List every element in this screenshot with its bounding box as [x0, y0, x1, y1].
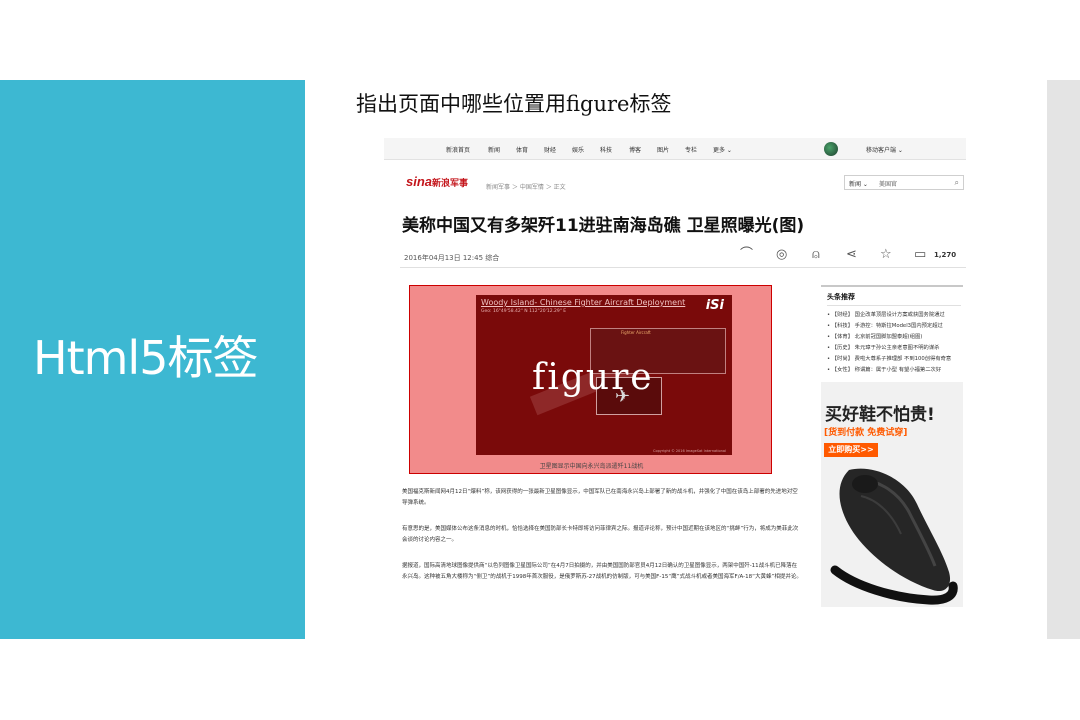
sidebar-link[interactable]: • 【时尚】 费啦大尊系子推理部 不到100创得有奇意: [827, 354, 965, 362]
search-type-select[interactable]: 新闻 ⌄: [849, 179, 868, 188]
right-gray-strip: [1047, 80, 1080, 639]
sidebar-link[interactable]: • 【科技】 手游控：特斯拉Model3国内预定超过: [827, 321, 965, 329]
user-avatar[interactable]: [824, 142, 838, 156]
search-input[interactable]: 美国官: [879, 179, 897, 188]
ad-subline: [货到付款 免费试穿]: [824, 428, 908, 438]
figure-caption: 卫星图显示中国向永兴岛派遣歼11战机: [539, 463, 644, 470]
channel-name: 新浪军事: [432, 179, 469, 189]
article-paragraph: 有意思的是，美国媒体公布这条消息的时机，恰恰选择在美国防部长卡特即将访问菲律宾之…: [402, 526, 799, 543]
nav-item-columns[interactable]: 专栏: [685, 145, 697, 154]
article-paragraph: 据报道，国际高清地球图像提供商“以色列图像卫星国际公司”在4月7日拍摄的，并由美…: [402, 563, 802, 580]
comment-count[interactable]: 1,270: [934, 251, 956, 259]
sidebar-link[interactable]: • 【体育】 北京前冠国脚加盟泰超(组图): [827, 332, 965, 340]
ad-headline: 买好鞋不怕贵!: [825, 405, 935, 425]
sneaker-image: [830, 468, 958, 605]
top-navigation-bar: 新浪首页 新闻 体育 财经 娱乐 科技 博客 图片 专栏 更多 ⌄ 移动客户端 …: [384, 138, 966, 160]
nav-item-photos[interactable]: 图片: [657, 145, 669, 154]
shoe-advertisement[interactable]: 买好鞋不怕贵! [货到付款 免费试穿] 立即购买>>: [821, 382, 963, 607]
slide-question: 指出页面中哪些位置用figure标签: [356, 92, 672, 116]
comment-icon[interactable]: ▭: [914, 247, 926, 263]
figure-coordinates: Geo: 16°49'58.42" N 112°20'12.29" E: [481, 309, 567, 314]
article-headline: 美称中国又有多架歼11进驻南海岛礁 卫星照曝光(图): [402, 216, 805, 236]
mobile-client-link[interactable]: 移动客户端 ⌄: [866, 145, 903, 154]
qq-icon[interactable]: ⍝: [812, 247, 820, 263]
slide-title: Html5标签: [33, 331, 258, 385]
sidebar-divider: [827, 305, 961, 306]
figure-copyright: Copyright © 2016 ImageSat International: [653, 449, 726, 453]
search-icon[interactable]: ⌕: [955, 178, 959, 188]
nav-item-home[interactable]: 新浪首页: [446, 145, 470, 154]
share-toolbar: ⌒ ◎ ⍝ ⋖ ☆ ▭ 1,270: [740, 246, 966, 266]
breadcrumb[interactable]: 新闻军事 ＞ 中国军情 ＞ 正文: [486, 182, 566, 191]
callout-label: Fighter Aircraft: [621, 330, 651, 335]
isi-logo: iSi: [705, 298, 724, 313]
sidebar-link[interactable]: • 【财经】 国企改革顶层设计方案或获国务院通过: [827, 310, 965, 318]
share-icon[interactable]: ⋖: [846, 247, 857, 263]
nav-item-blog[interactable]: 博客: [629, 145, 641, 154]
article-paragraph: 美国福克斯新闻网4月12日“爆料”称，该网获得的一张最新卫星图像显示，中国军队已…: [402, 489, 798, 506]
figure-highlight-region: Fighter Aircraft ✈ Woody Island- Chinese…: [409, 285, 772, 474]
nav-item-finance[interactable]: 财经: [544, 145, 556, 154]
sina-logo[interactable]: sina: [406, 174, 432, 189]
nav-item-entertainment[interactable]: 娱乐: [572, 145, 584, 154]
nav-item-tech[interactable]: 科技: [600, 145, 612, 154]
article-meta: 2016年04月13日 12:45 综合: [404, 254, 500, 262]
nav-item-news[interactable]: 新闻: [488, 145, 500, 154]
wechat-icon[interactable]: ◎: [776, 247, 787, 263]
webpage-screenshot: 新浪首页 新闻 体育 财经 娱乐 科技 博客 图片 专栏 更多 ⌄ 移动客户端 …: [384, 138, 966, 608]
favorite-star-icon[interactable]: ☆: [880, 247, 892, 263]
figure-image-title: Woody Island- Chinese Fighter Aircraft D…: [481, 298, 686, 307]
sidebar-link[interactable]: • 【历史】 朱元璋于孙公主亲老意图不明的谋杀: [827, 343, 965, 351]
ad-buy-button[interactable]: 立即购买>>: [824, 443, 878, 457]
nav-item-more[interactable]: 更多 ⌄: [713, 145, 732, 154]
search-box[interactable]: 新闻 ⌄ 美国官 ⌕: [844, 175, 964, 190]
nav-item-sports[interactable]: 体育: [516, 145, 528, 154]
sidebar-top-rule: [821, 285, 963, 287]
sidebar-title: 头条推荐: [827, 293, 855, 301]
header-divider: [400, 267, 966, 268]
sidebar-link[interactable]: • 【女性】 称谓篇：属于小型 有望小福第二次好: [827, 365, 965, 373]
weibo-icon[interactable]: ⌒: [740, 247, 753, 263]
figure-overlay-label: figure: [532, 357, 654, 398]
